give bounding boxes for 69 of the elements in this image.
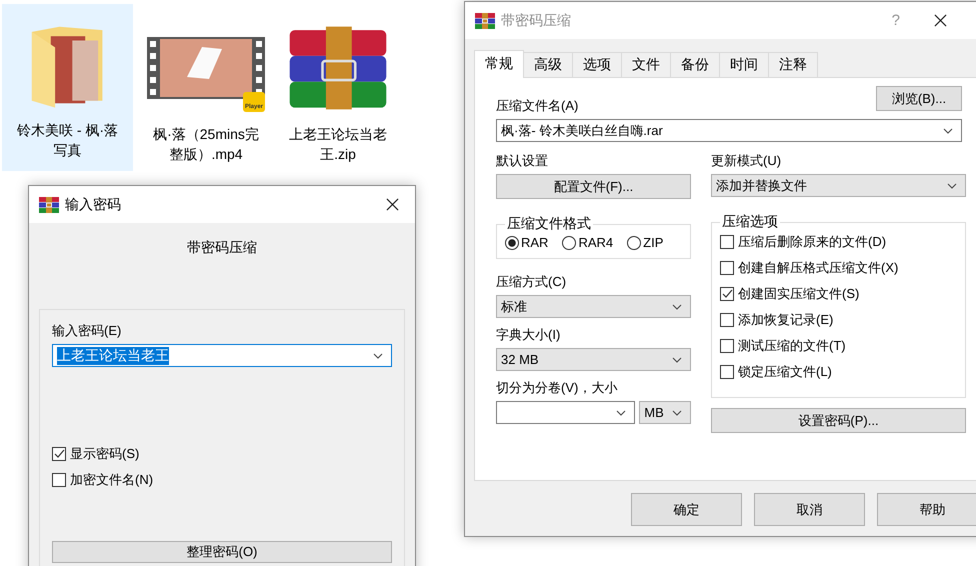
checkbox-option[interactable]: 创建固实压缩文件(S) <box>720 285 957 303</box>
field-label: 切分为分卷(V)，大小 <box>496 379 618 397</box>
unit-dropdown[interactable]: MB <box>639 401 691 424</box>
group-title: 压缩选项 <box>721 213 779 231</box>
dialog-button[interactable]: 确定 <box>631 493 742 526</box>
close-icon[interactable] <box>386 198 399 211</box>
radio-button[interactable] <box>627 236 642 250</box>
chevron-down-icon <box>672 410 682 416</box>
checkbox-option[interactable]: 测试压缩的文件(T) <box>720 337 957 355</box>
checkbox-option[interactable]: 加密文件名(N) <box>52 471 392 489</box>
chevron-down-icon <box>616 410 626 416</box>
field-label: 输入密码(E) <box>52 322 122 340</box>
group-title: 压缩文件格式 <box>506 215 592 233</box>
checkbox[interactable] <box>52 447 66 461</box>
checkmark-icon <box>53 448 65 460</box>
organize-passwords-button[interactable]: 整理密码(O) <box>52 541 392 563</box>
checkbox[interactable] <box>720 313 734 327</box>
checkbox[interactable] <box>720 287 734 301</box>
dialog-heading: 带密码压缩 <box>186 238 258 257</box>
chevron-down-icon <box>672 356 682 362</box>
archive-name-field[interactable]: 枫·落- 铃木美咲白丝自嗨.rar <box>496 119 962 142</box>
checkbox[interactable] <box>720 365 734 379</box>
method-dropdown[interactable]: 标准 <box>496 295 691 318</box>
radio-button[interactable] <box>562 236 576 250</box>
field-label: 默认设置 <box>496 152 549 170</box>
field-label: 压缩方式(C) <box>496 273 568 291</box>
set-password-button[interactable]: 设置密码(P)... <box>711 408 966 433</box>
chevron-down-icon <box>947 182 957 188</box>
volume-size-field[interactable] <box>496 401 636 424</box>
checkbox[interactable] <box>720 261 734 275</box>
checkbox-option[interactable]: 锁定压缩文件(L) <box>720 363 957 381</box>
close-icon[interactable] <box>934 14 947 27</box>
checkbox-option[interactable]: 创建自解压格式压缩文件(X) <box>720 259 957 277</box>
checkbox[interactable] <box>52 473 66 487</box>
checkbox-option[interactable]: 压缩后删除原来的文件(D) <box>720 233 957 251</box>
file-item[interactable]: 铃木美咲 - 枫·落写真 <box>2 4 133 171</box>
chevron-down-icon <box>672 304 682 310</box>
browse-button[interactable]: 浏览(B)... <box>876 86 962 111</box>
file-item[interactable]: 上老王论坛当老王.zip <box>279 4 397 171</box>
dictionary-dropdown[interactable]: 32 MB <box>496 348 691 371</box>
dialog-button[interactable]: 帮助 <box>877 493 976 526</box>
tab[interactable]: 注释 <box>768 52 818 77</box>
checkbox[interactable] <box>720 235 734 249</box>
radio-option[interactable]: RAR <box>505 235 548 250</box>
chevron-down-icon <box>373 352 383 358</box>
field-label: 更新模式(U) <box>711 152 782 170</box>
file-name: 枫·落（25mins完整版）.mp4 <box>152 125 260 164</box>
film-strip-icon <box>147 37 265 99</box>
checkbox-option[interactable]: 添加恢复记录(E) <box>720 311 957 329</box>
radio-option[interactable]: ZIP <box>627 235 664 250</box>
file-name: 上老王论坛当老王.zip <box>288 125 388 164</box>
file-name: 铃木美咲 - 枫·落写真 <box>16 121 120 160</box>
password-field[interactable]: 上老王论坛当老王 <box>52 344 392 367</box>
window-title: 带密码压缩 <box>501 12 571 30</box>
field-label: 字典大小(I) <box>496 326 562 344</box>
radio-option[interactable]: RAR4 <box>562 235 614 250</box>
archive-app-icon <box>39 196 59 212</box>
archive-app-icon <box>475 12 495 28</box>
tab[interactable]: 常规 <box>474 50 524 78</box>
radio-button[interactable] <box>505 236 519 250</box>
checkbox-option[interactable]: 显示密码(S) <box>52 445 392 463</box>
chevron-down-icon <box>943 128 953 134</box>
profiles-button[interactable]: 配置文件(F)... <box>496 174 691 199</box>
checkmark-icon <box>721 288 733 300</box>
update-mode-dropdown[interactable]: 添加并替换文件 <box>711 174 966 197</box>
field-label: 压缩文件名(A) <box>496 97 578 115</box>
window-title: 输入密码 <box>65 196 121 214</box>
dialog-button[interactable]: 取消 <box>754 493 865 526</box>
checkbox[interactable] <box>720 339 734 353</box>
